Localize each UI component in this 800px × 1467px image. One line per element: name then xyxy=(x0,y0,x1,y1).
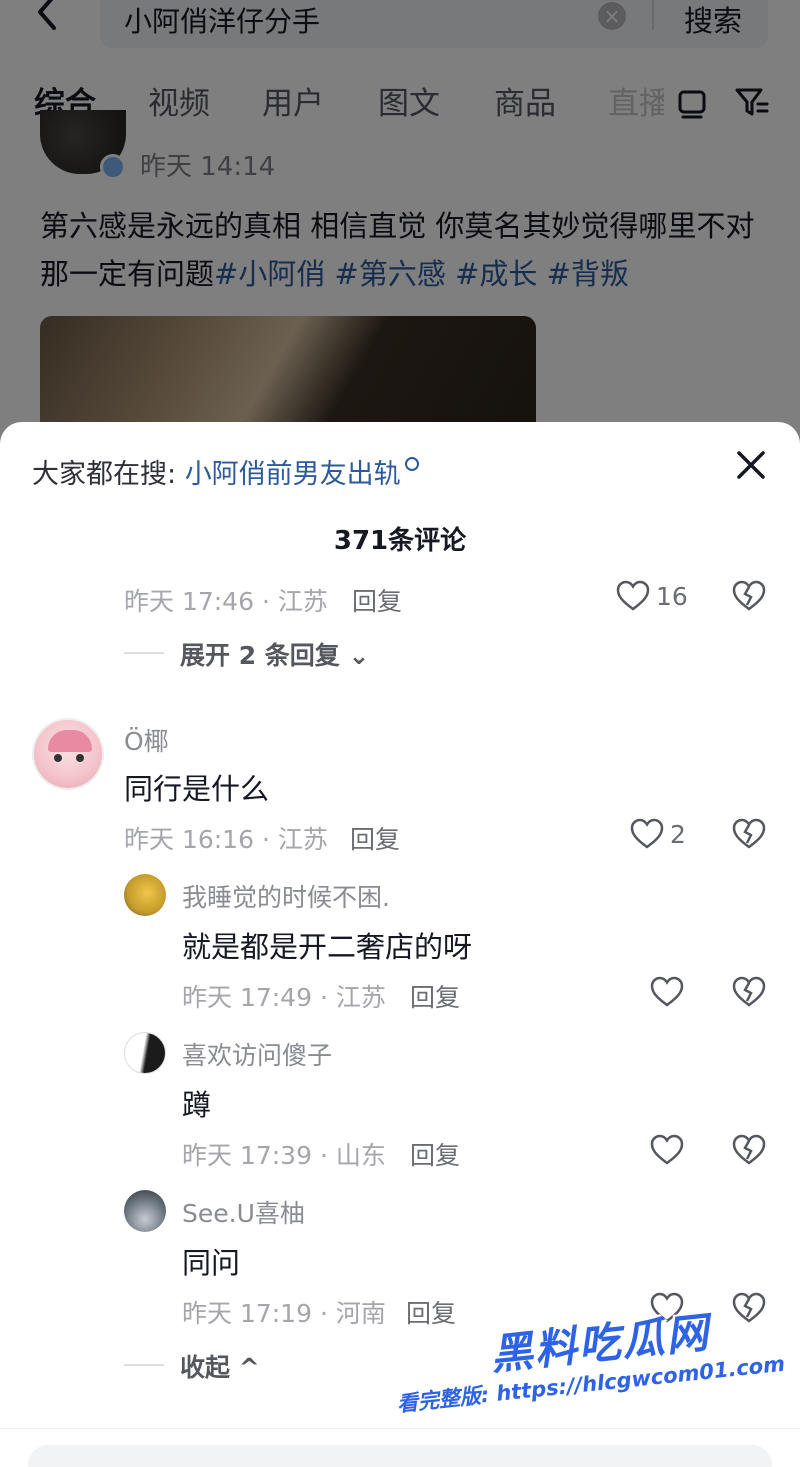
broken-heart-icon[interactable] xyxy=(732,976,766,1008)
reply-username[interactable]: See.U喜柚 xyxy=(182,1194,305,1230)
reply-username[interactable]: 我睡觉的时候不困. xyxy=(182,878,390,914)
comment-meta: 昨天 16:16 · 江苏 xyxy=(124,825,328,854)
search-results-page: 小阿俏洋仔分手 × 搜索 综合 视频 用户 图文 商品 直播 昨天 14:14 … xyxy=(0,0,800,460)
reply-content: 同问 xyxy=(182,1246,241,1280)
comment-content: 同行是什么 xyxy=(124,772,270,806)
divider-line xyxy=(124,652,164,654)
expand-replies-button[interactable]: 展开 2 条回复 ⌄ xyxy=(180,636,369,672)
comment-meta: 昨天 17:46 · 江苏 xyxy=(124,587,328,616)
comment-input[interactable] xyxy=(28,1445,772,1467)
comment-input-bar xyxy=(0,1428,800,1467)
reply-content: 就是都是开二奢店的呀 xyxy=(182,930,473,964)
collapse-replies-label: 收起 xyxy=(180,1353,231,1382)
heart-icon[interactable] xyxy=(630,818,664,850)
broken-heart-icon[interactable] xyxy=(732,1292,766,1324)
broken-heart-icon[interactable] xyxy=(732,1134,766,1166)
dim-overlay[interactable] xyxy=(0,0,800,460)
broken-heart-icon[interactable] xyxy=(732,818,766,850)
reply-meta: 昨天 17:19 · 河南 xyxy=(182,1299,386,1328)
reply-meta: 昨天 17:39 · 山东 xyxy=(182,1141,386,1170)
user-avatar[interactable] xyxy=(32,718,104,790)
chevron-up-icon: ^ xyxy=(238,1353,260,1382)
heart-icon[interactable] xyxy=(616,580,650,612)
user-avatar[interactable] xyxy=(124,1032,166,1074)
divider-line xyxy=(124,1364,164,1366)
reply-button[interactable]: 回复 xyxy=(410,978,460,1014)
broken-heart-icon[interactable] xyxy=(732,580,766,612)
comment-username[interactable]: Ö椰 xyxy=(124,722,169,758)
chevron-down-icon: ⌄ xyxy=(348,641,370,670)
reply-button[interactable]: 回复 xyxy=(406,1294,456,1330)
reply-username[interactable]: 喜欢访问傻子 xyxy=(182,1036,332,1072)
reply-meta: 昨天 17:49 · 江苏 xyxy=(182,983,386,1012)
collapse-replies-button[interactable]: 收起 ^ xyxy=(180,1348,260,1384)
hot-search-link[interactable]: 小阿俏前男友出轨 xyxy=(185,459,401,490)
heart-icon[interactable] xyxy=(650,976,684,1008)
search-icon xyxy=(404,457,419,471)
close-icon[interactable] xyxy=(732,446,770,484)
hot-search-prefix: 大家都在搜: xyxy=(32,459,185,490)
heart-icon[interactable] xyxy=(650,1134,684,1166)
reply-button[interactable]: 回复 xyxy=(410,1136,460,1172)
user-avatar[interactable] xyxy=(124,1190,166,1232)
hot-search-row: 大家都在搜: 小阿俏前男友出轨 xyxy=(32,452,419,491)
avatar-eye xyxy=(76,754,84,762)
reply-button[interactable]: 回复 xyxy=(350,820,400,856)
reply-content: 蹲 xyxy=(182,1088,212,1122)
avatar-hair xyxy=(48,730,92,752)
expand-replies-label: 展开 2 条回复 xyxy=(180,641,340,670)
reply-button[interactable]: 回复 xyxy=(352,582,402,618)
like-count: 2 xyxy=(670,820,686,849)
user-avatar[interactable] xyxy=(124,874,166,916)
avatar-eye xyxy=(54,754,62,762)
like-count: 16 xyxy=(656,582,688,611)
comment-count: 371条评论 xyxy=(333,526,467,556)
